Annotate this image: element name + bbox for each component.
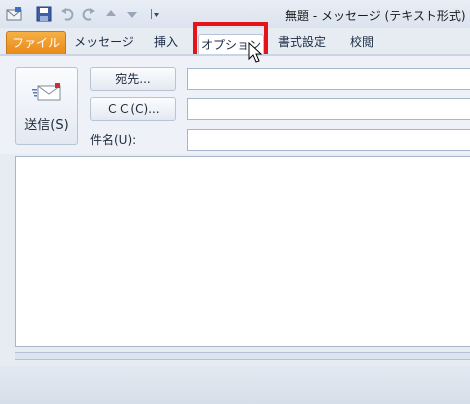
message-body[interactable] (15, 156, 470, 347)
mouse-cursor-icon (248, 42, 263, 63)
save-icon[interactable] (36, 6, 52, 22)
to-button[interactable]: 宛先... (90, 67, 176, 91)
window-title: 無題 - メッセージ (テキスト形式) (285, 9, 466, 23)
tab-review[interactable]: 校閲 (340, 31, 384, 53)
down-arrow-icon[interactable] (124, 6, 140, 22)
envelope-app-icon[interactable] (6, 6, 22, 22)
subject-field[interactable] (187, 129, 470, 151)
message-header: 送信(S) 宛先... ＣＣ(C)... 件名(U): (0, 56, 470, 154)
to-field[interactable] (187, 68, 470, 90)
send-envelope-icon (32, 83, 61, 101)
horizontal-scrollbar[interactable] (15, 352, 470, 360)
send-button[interactable]: 送信(S) (15, 67, 78, 145)
status-bar (0, 366, 470, 404)
tab-format[interactable]: 書式設定 (272, 31, 332, 53)
redo-icon[interactable] (80, 6, 96, 22)
tab-message[interactable]: メッセージ (73, 31, 135, 53)
up-arrow-icon[interactable] (103, 6, 119, 22)
cc-field[interactable] (187, 98, 470, 120)
undo-icon[interactable] (60, 6, 76, 22)
tab-file[interactable]: ファイル (6, 31, 66, 54)
send-label: 送信(S) (24, 118, 69, 133)
customize-dropdown-icon[interactable] (148, 6, 164, 22)
tab-insert[interactable]: 挿入 (145, 31, 187, 53)
subject-label: 件名(U): (90, 133, 137, 147)
cc-button[interactable]: ＣＣ(C)... (90, 97, 176, 121)
